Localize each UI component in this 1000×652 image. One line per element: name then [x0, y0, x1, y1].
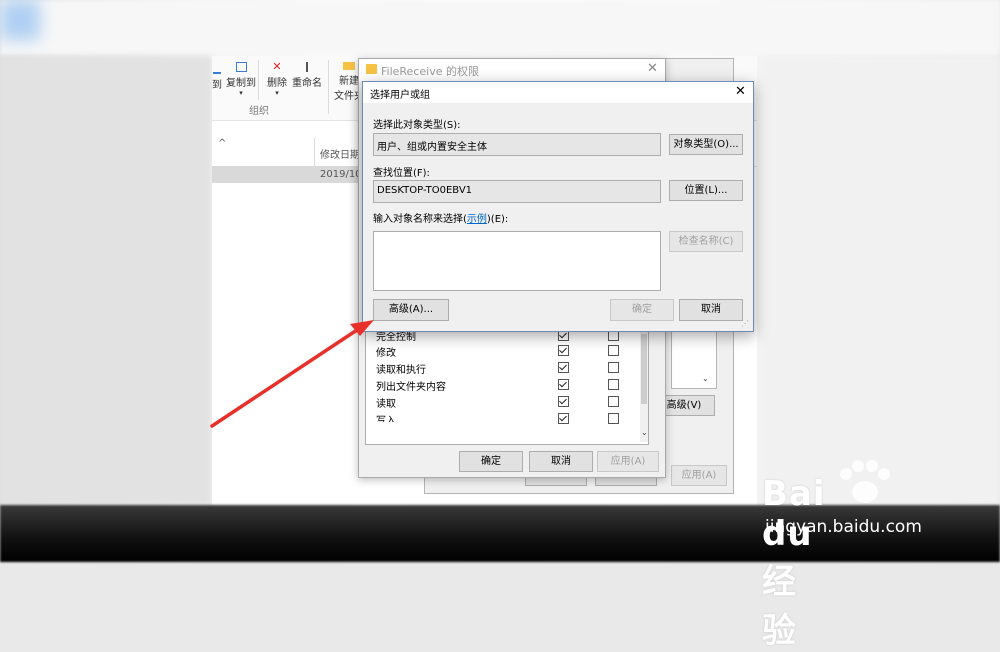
arrow-shaft	[210, 326, 362, 428]
paw-logo	[840, 460, 890, 503]
watermark-logo-text: Bai du 经验	[762, 474, 826, 651]
watermark-url: jingyan.baidu.com	[765, 517, 922, 537]
